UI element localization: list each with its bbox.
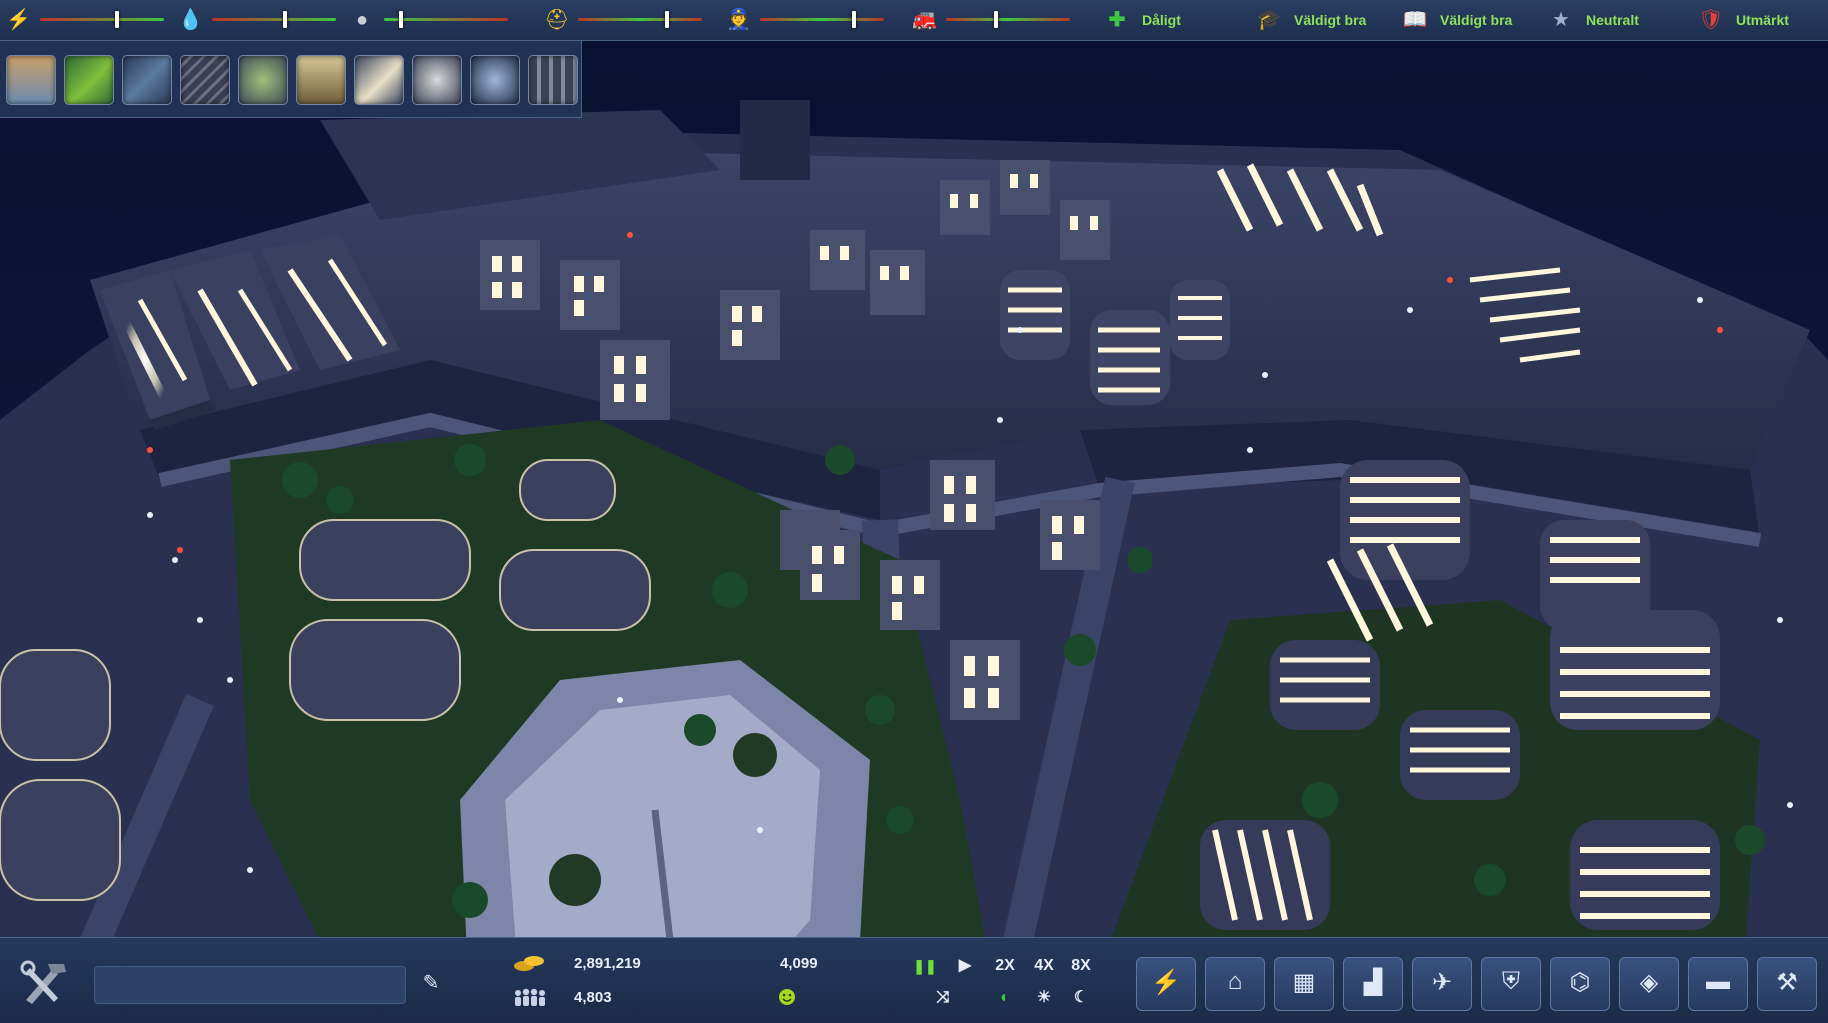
police-meter-knob[interactable] — [852, 11, 856, 28]
warehouse-icon: ▬ — [1706, 968, 1730, 995]
build-residential-button[interactable]: ⌂ — [1205, 957, 1265, 1011]
water-drop-icon: 💧 — [178, 9, 203, 31]
tools-wrench-hammer-icon[interactable] — [18, 958, 72, 1008]
build-industrial-button[interactable]: ▟ — [1343, 957, 1403, 1011]
gold-coins-icon — [514, 956, 544, 971]
pause-button[interactable]: ❚❚ — [908, 954, 942, 978]
water-meter-knob[interactable] — [283, 11, 287, 28]
build-commercial-button[interactable]: ▦ — [1274, 957, 1334, 1011]
research-flask-icon[interactable] — [470, 55, 520, 105]
moon-icon: ☾ — [1073, 989, 1089, 1006]
category-toolbar — [0, 41, 582, 118]
crime-shield-icon: 🛡 — [1698, 9, 1724, 31]
build-government-button[interactable]: ⌬ — [1550, 957, 1610, 1011]
city-name-input[interactable] — [94, 966, 406, 1004]
power-meter[interactable]: ⚡ — [6, 0, 166, 40]
water-meter-track — [212, 18, 336, 21]
police-meter[interactable]: 👮 — [726, 0, 886, 40]
city-buildings-icon[interactable] — [6, 55, 56, 105]
sun-icon: ☀ — [1036, 989, 1052, 1006]
speed-4x-button[interactable]: 4X — [1027, 954, 1061, 978]
entertainment-icon: ★ — [1552, 9, 1570, 31]
pencil-edit-icon: ✎ — [422, 972, 440, 994]
build-education-button[interactable]: ◈ — [1619, 957, 1679, 1011]
firefighter-icon: 🚒 — [912, 9, 937, 31]
entertainment-status-label: Neutralt — [1586, 12, 1639, 28]
garbage-meter[interactable]: ● — [350, 0, 510, 40]
garbage-meter-knob[interactable] — [399, 11, 403, 28]
day-night-cycle-button[interactable]: ◐ — [988, 986, 1022, 1010]
policies-document-icon[interactable] — [354, 55, 404, 105]
night-mode-button[interactable]: ☾ — [1064, 986, 1098, 1010]
fire-meter-knob[interactable] — [994, 11, 998, 28]
police-icon: 👮 — [726, 9, 751, 31]
health-status-label: Dåligt — [1142, 12, 1181, 28]
power-meter-track — [40, 18, 164, 21]
rail-tracks-icon[interactable] — [180, 55, 230, 105]
fire-meter[interactable]: 🚒 — [912, 0, 1072, 40]
play-button[interactable]: ▶ — [948, 954, 982, 978]
money-value: 2,891,219 — [574, 955, 641, 972]
demolish-bulldozer-icon: ⚒ — [1776, 969, 1798, 996]
shuffle-button[interactable]: ⤨ — [926, 986, 960, 1010]
education-status-label: Väldigt bra — [1294, 12, 1367, 28]
build-transport-button[interactable]: ✈ — [1412, 957, 1472, 1011]
demolish-button[interactable]: ⚒ — [1757, 957, 1817, 1011]
entertainment-status[interactable]: ★ Neutralt — [1548, 0, 1698, 40]
commercial-icon: ▦ — [1292, 969, 1316, 996]
edit-name-button[interactable]: ✎ — [418, 970, 444, 996]
worker-helmet-icon: ⛑ — [544, 9, 570, 31]
power-plant-icon: ⚡ — [1151, 969, 1181, 996]
day-mode-button[interactable]: ☀ — [1027, 986, 1061, 1010]
build-services-button[interactable]: ⛨ — [1481, 957, 1541, 1011]
water-meter[interactable]: 💧 — [178, 0, 338, 40]
garbage-bag-icon: ● — [355, 9, 369, 31]
education-status[interactable]: 🎓 Väldigt bra — [1256, 0, 1406, 40]
terrain-landscape-icon[interactable] — [64, 55, 114, 105]
power-meter-knob[interactable] — [115, 11, 119, 28]
health-status[interactable]: ✚ Dåligt — [1104, 0, 1254, 40]
library-status-label: Väldigt bra — [1440, 12, 1513, 28]
workers-meter-knob[interactable] — [665, 11, 669, 28]
bottom-panel: ✎ 2,891,219 4,803 4,099 ❚❚ ▶ 2X 4X 8X ⤨ … — [0, 937, 1828, 1023]
workers-meter-track — [578, 18, 702, 21]
day-night-cycle-icon: ◐ — [1000, 989, 1010, 1006]
shuffle-icon: ⤨ — [936, 989, 950, 1006]
government-icon: ⌬ — [1569, 969, 1591, 996]
health-cross-icon: ✚ — [1108, 9, 1126, 31]
population-value: 4,803 — [574, 989, 612, 1006]
workers-meter[interactable]: ⛑ — [544, 0, 704, 40]
residential-icon: ⌂ — [1227, 968, 1243, 995]
services-icon: ⛨ — [1502, 968, 1520, 995]
police-meter-track — [760, 18, 884, 21]
happy-face-icon — [779, 989, 795, 1005]
education-icon: ◈ — [1639, 969, 1659, 996]
top-status-bar: ⚡ 💧 ● ⛑ 👮 🚒 ✚ Dåligt 🎓 Väldigt bra 📖 Väl… — [0, 0, 1828, 41]
tools-icon[interactable] — [412, 55, 462, 105]
open-book-icon: 📖 — [1402, 9, 1428, 31]
crime-status[interactable]: 🛡 Utmärkt — [1698, 0, 1826, 40]
roads-icon[interactable] — [122, 55, 172, 105]
city-3d-viewport[interactable] — [0, 0, 1828, 1022]
lightning-icon: ⚡ — [6, 9, 31, 31]
industrial-icon: ▟ — [1363, 969, 1383, 996]
population-people-icon — [515, 988, 545, 1006]
happiness-count: 4,099 — [780, 955, 818, 972]
statistics-graph-icon[interactable] — [296, 55, 346, 105]
crime-status-label: Utmärkt — [1736, 12, 1789, 28]
speed-2x-button[interactable]: 2X — [988, 954, 1022, 978]
graduation-cap-icon: 🎓 — [1256, 9, 1282, 31]
library-books-icon[interactable] — [528, 55, 578, 105]
money-finance-icon[interactable] — [238, 55, 288, 105]
build-warehouse-button[interactable]: ▬ — [1688, 957, 1748, 1011]
build-power-button[interactable]: ⚡ — [1136, 957, 1196, 1011]
fire-meter-track — [946, 18, 1070, 21]
library-status[interactable]: 📖 Väldigt bra — [1402, 0, 1552, 40]
transport-icon: ✈ — [1431, 969, 1453, 996]
speed-8x-button[interactable]: 8X — [1064, 954, 1098, 978]
